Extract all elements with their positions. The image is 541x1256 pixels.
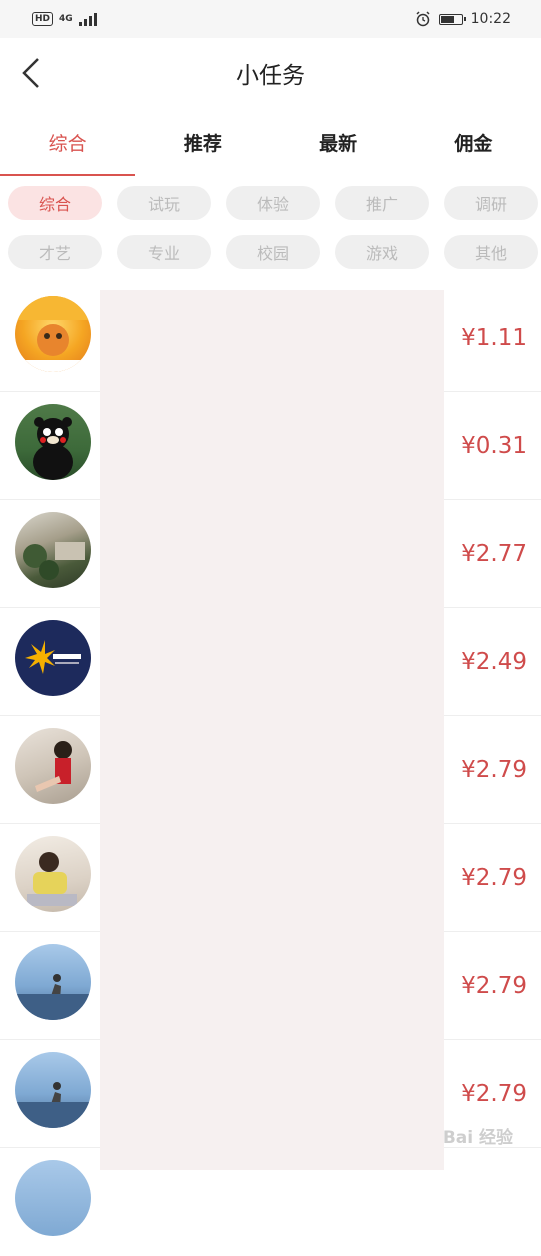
- status-left: HD 4G: [32, 12, 97, 26]
- watermark: Bai 经验: [442, 1128, 513, 1148]
- task-price: ¥2.77: [461, 540, 527, 567]
- filter-chip[interactable]: 体验: [226, 186, 320, 220]
- tab-latest[interactable]: 最新: [271, 108, 406, 176]
- filter-chip[interactable]: 游戏: [335, 235, 429, 269]
- task-price: ¥0.31: [461, 432, 527, 459]
- sort-tabs: 综合 推荐 最新 佣金: [0, 108, 541, 176]
- status-bar: HD 4G 10:22: [0, 0, 541, 38]
- avatar: [15, 620, 91, 696]
- avatar: [15, 1052, 91, 1128]
- category-filters: 综合 试玩 体验 推广 调研 才艺 专业 校园 游戏 其他: [0, 176, 541, 269]
- avatar: [15, 512, 91, 588]
- tab-comprehensive[interactable]: 综合: [0, 108, 136, 176]
- avatar: [15, 836, 91, 912]
- avatar: [15, 296, 91, 372]
- filter-chip[interactable]: 专业: [117, 235, 211, 269]
- filter-chip[interactable]: 综合: [8, 186, 102, 220]
- clock: 10:22: [470, 11, 511, 27]
- filter-chip[interactable]: 调研: [444, 186, 538, 220]
- tab-commission[interactable]: 佣金: [406, 108, 541, 176]
- filter-chip[interactable]: 试玩: [117, 186, 211, 220]
- avatar: [15, 728, 91, 804]
- network-type: 4G: [59, 14, 73, 24]
- battery-icon: [438, 13, 466, 25]
- task-price: ¥2.79: [461, 972, 527, 999]
- task-price: ¥2.79: [461, 756, 527, 783]
- avatar: [15, 1160, 91, 1236]
- task-price: ¥2.79: [461, 864, 527, 891]
- nav-header: 小任务: [0, 38, 541, 108]
- chevron-left-icon: [22, 58, 39, 88]
- filter-chip[interactable]: 才艺: [8, 235, 102, 269]
- tab-recommended[interactable]: 推荐: [135, 108, 270, 176]
- filter-chip[interactable]: 校园: [226, 235, 320, 269]
- hd-badge: HD: [32, 12, 54, 26]
- filter-chip[interactable]: 推广: [335, 186, 429, 220]
- page-title: 小任务: [236, 63, 305, 89]
- back-button[interactable]: [18, 56, 48, 90]
- status-right: 10:22: [415, 11, 511, 27]
- task-price: ¥2.49: [461, 648, 527, 675]
- avatar: [15, 944, 91, 1020]
- alarm-icon: [416, 11, 430, 27]
- filter-chip[interactable]: 其他: [444, 235, 538, 269]
- signal-icon: [78, 12, 97, 26]
- content-mask: [100, 290, 444, 1170]
- avatar: [15, 404, 91, 480]
- task-price: ¥1.11: [461, 324, 527, 351]
